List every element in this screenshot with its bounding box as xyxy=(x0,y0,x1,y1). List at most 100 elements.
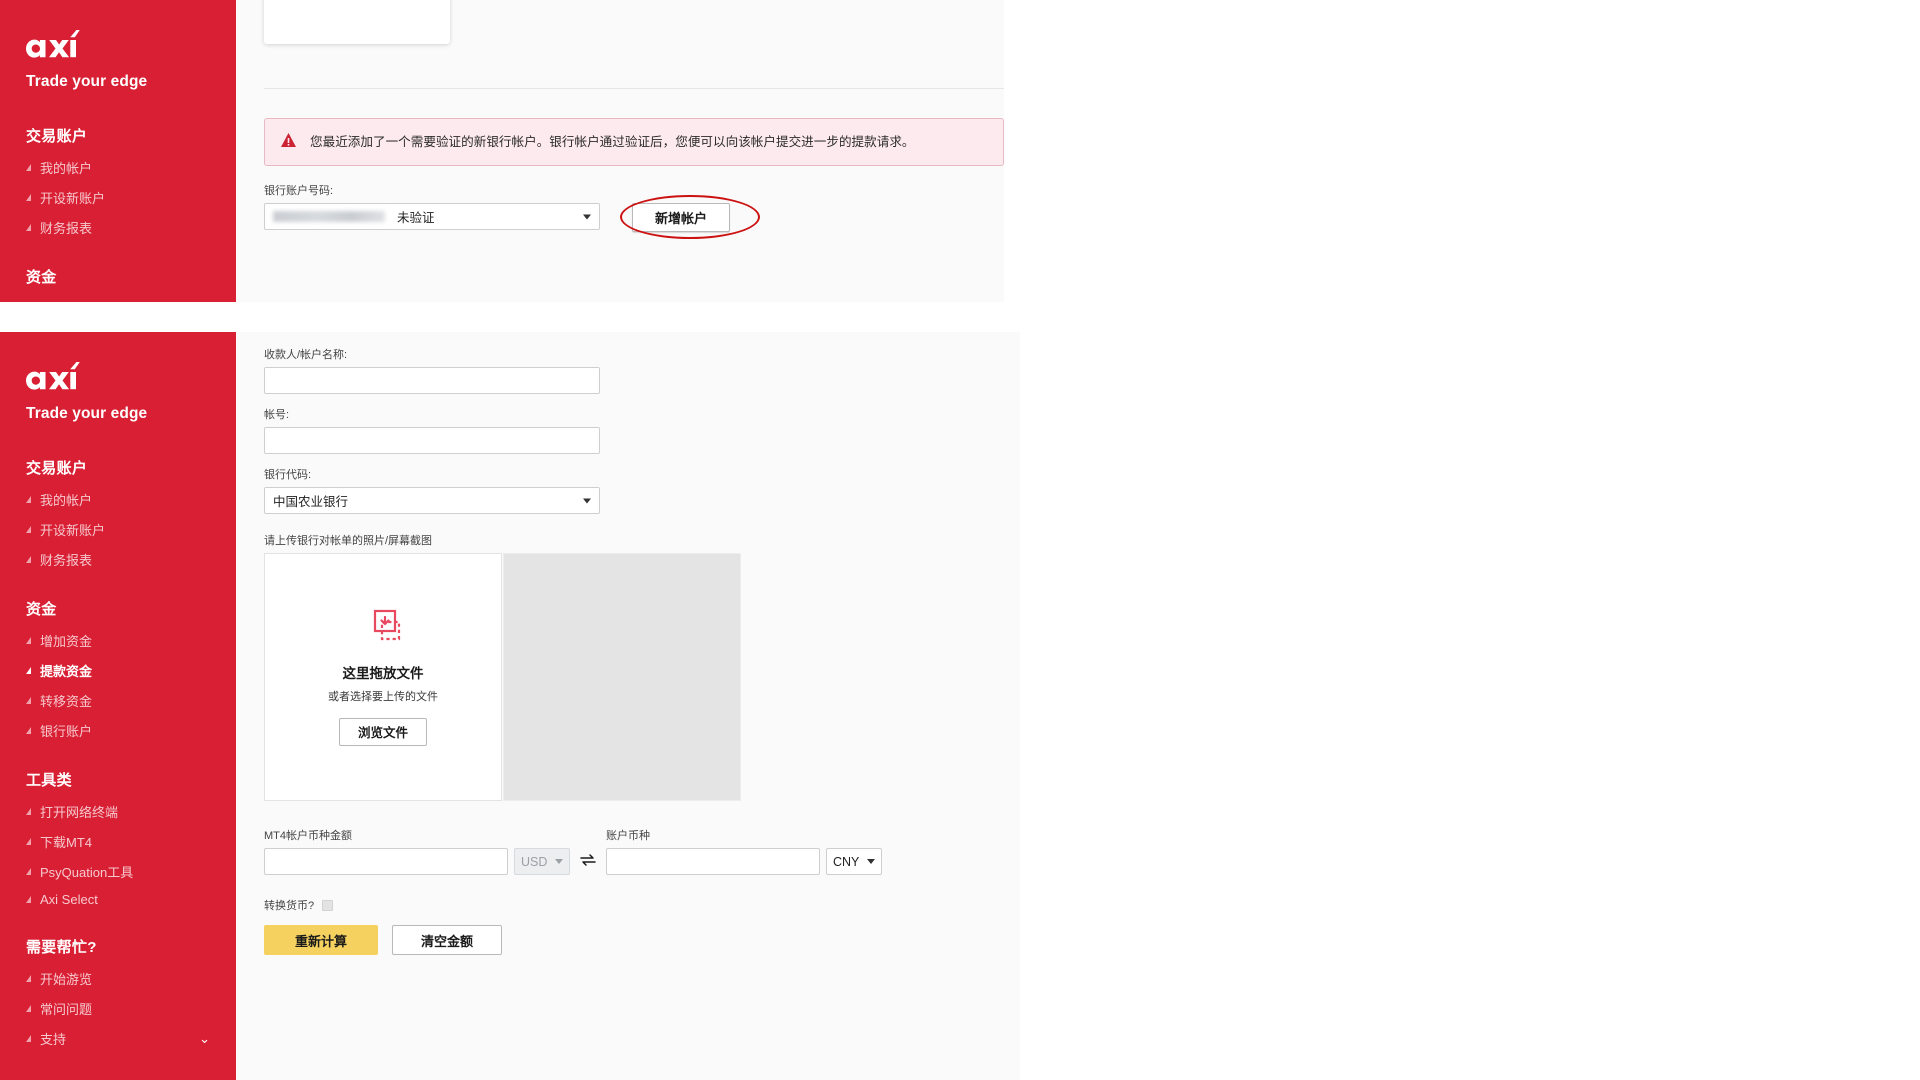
sidebar-item-open-new-account[interactable]: 开设新账户 xyxy=(0,182,236,212)
sidebar-item-open-new-account[interactable]: 开设新账户 xyxy=(0,514,236,544)
verification-alert: 您最近添加了一个需要验证的新银行帐户。银行帐户通过验证后，您便可以向该帐户提交进… xyxy=(264,118,1004,166)
sidebar-item-my-account[interactable]: 我的帐户 xyxy=(0,484,236,514)
section-divider xyxy=(264,88,1004,89)
sidebar-item-start-tour[interactable]: 开始游览 xyxy=(0,963,236,993)
axi-logo[interactable] xyxy=(26,30,210,64)
sidebar-top: Trade your edge 交易账户 我的帐户 开设新账户 财务报表 xyxy=(0,0,236,302)
add-account-button[interactable]: 新增帐户 xyxy=(632,203,730,232)
sidebar-item-label: 转移资金 xyxy=(40,691,92,710)
account-number-input[interactable] xyxy=(264,427,600,454)
caret-icon xyxy=(26,808,31,815)
sidebar-item-withdraw-funds[interactable]: 提款资金 xyxy=(0,655,236,685)
alert-message: 您最近添加了一个需要验证的新银行帐户。银行帐户通过验证后，您便可以向该帐户提交进… xyxy=(310,133,915,152)
sidebar-item-web-terminal[interactable]: 打开网络终端 xyxy=(0,796,236,826)
nav-group-title: 交易账户 xyxy=(0,449,236,484)
sidebar-item-add-funds[interactable]: 增加资金 xyxy=(0,293,236,302)
recalculate-button[interactable]: 重新计算 xyxy=(264,925,378,955)
sidebar-item-label: 开始游览 xyxy=(40,969,92,988)
clear-amount-button[interactable]: 清空金额 xyxy=(392,925,502,955)
sidebar-item-label: 开设新账户 xyxy=(40,520,105,539)
account-currency-select[interactable]: CNY xyxy=(826,848,882,875)
caret-icon xyxy=(26,667,31,674)
nav-group-trading-accounts: 交易账户 我的帐户 开设新账户 财务报表 xyxy=(0,449,236,574)
sidebar-item-label: 我的帐户 xyxy=(40,158,92,177)
sidebar-item-label: 支持 xyxy=(40,1029,66,1048)
sidebar-item-label: 财务报表 xyxy=(40,550,92,569)
sidebar-item-download-mt4[interactable]: 下载MT4 xyxy=(0,826,236,856)
sidebar-item-psyquation[interactable]: PsyQuation工具 xyxy=(0,856,236,886)
sidebar-item-axi-select[interactable]: Axi Select xyxy=(0,886,236,912)
sidebar-item-support[interactable]: 支持 ⌄ xyxy=(0,1023,236,1053)
account-currency-label: 账户币种 xyxy=(606,827,882,843)
summary-card xyxy=(264,0,450,44)
bank-account-row: 银行账户号码: 未验证 新增帐户 xyxy=(264,182,1004,232)
nav-group-title: 工具类 xyxy=(0,761,236,796)
file-dropzone[interactable]: 这里拖放文件 或者选择要上传的文件 浏览文件 xyxy=(264,553,502,801)
upload-area: 这里拖放文件 或者选择要上传的文件 浏览文件 xyxy=(264,553,1020,801)
browse-files-button[interactable]: 浏览文件 xyxy=(339,718,427,746)
sidebar-item-label: 常问问题 xyxy=(40,999,92,1018)
sidebar-item-financial-reports[interactable]: 财务报表 xyxy=(0,544,236,574)
file-drop-icon xyxy=(363,609,403,650)
caret-icon xyxy=(26,697,31,704)
warning-triangle-icon xyxy=(281,133,296,151)
sidebar-bottom: Trade your edge 交易账户 我的帐户 开设新账户 财务报表 xyxy=(0,332,236,1080)
caret-icon xyxy=(26,868,31,875)
sidebar-item-label: PsyQuation工具 xyxy=(40,862,133,881)
app-screenshot: Trade your edge 交易账户 我的帐户 开设新账户 财务报表 xyxy=(0,0,1920,1080)
sidebar-item-label: 我的帐户 xyxy=(40,490,92,509)
caret-icon xyxy=(26,1035,31,1042)
caret-icon xyxy=(26,556,31,563)
caret-icon xyxy=(26,838,31,845)
nav-group-title: 需要帮忙? xyxy=(0,928,236,963)
form-actions: 重新计算 清空金额 xyxy=(264,925,1020,955)
account-currency-value: CNY xyxy=(833,855,859,869)
convert-currency-row: 转换货币? xyxy=(264,897,1020,913)
account-amount-line: CNY xyxy=(606,848,882,875)
bank-code-field-group: 银行代码: 中国农业银行 xyxy=(264,466,1020,514)
payee-input[interactable] xyxy=(264,367,600,394)
sidebar-item-label: Axi Select xyxy=(40,892,98,907)
sidebar-item-transfer-funds[interactable]: 转移资金 xyxy=(0,685,236,715)
brand-tagline: Trade your edge xyxy=(26,405,210,423)
mt4-currency-select: USD xyxy=(514,848,570,875)
mt4-currency-value: USD xyxy=(521,855,547,869)
sidebar-item-faq[interactable]: 常问问题 xyxy=(0,993,236,1023)
sidebar-item-add-funds[interactable]: 增加资金 xyxy=(0,625,236,655)
chevron-down-icon[interactable]: ⌄ xyxy=(199,1032,210,1045)
axi-logo[interactable] xyxy=(26,362,210,396)
account-amount-input[interactable] xyxy=(606,848,820,875)
convert-currency-label: 转换货币? xyxy=(264,897,314,913)
bank-account-line: 未验证 新增帐户 xyxy=(264,203,1004,232)
withdrawal-form: 收款人/帐户名称: 帐号: 银行代码: 中国农业银行 请上传银行对帐单的照片/屏… xyxy=(264,346,1020,955)
nav-group-trading-accounts: 交易账户 我的帐户 开设新账户 财务报表 xyxy=(0,117,236,242)
capture-panel-bottom: Trade your edge 交易账户 我的帐户 开设新账户 财务报表 xyxy=(0,332,1020,1080)
swap-arrows-icon[interactable] xyxy=(580,853,596,869)
brand-block: Trade your edge xyxy=(0,0,236,91)
chevron-down-icon xyxy=(583,498,591,503)
bank-account-select[interactable]: 未验证 xyxy=(264,203,600,230)
nav-group-tools: 工具类 打开网络终端 下载MT4 PsyQuation工具 xyxy=(0,761,236,912)
sidebar-item-my-account[interactable]: 我的帐户 xyxy=(0,152,236,182)
sidebar-item-bank-accounts[interactable]: 银行账户 xyxy=(0,715,236,745)
sidebar-item-label: 提款资金 xyxy=(40,661,92,680)
convert-currency-checkbox[interactable] xyxy=(322,900,333,911)
sidebar-item-financial-reports[interactable]: 财务报表 xyxy=(0,212,236,242)
sidebar-item-label: 增加资金 xyxy=(40,631,92,650)
caret-icon xyxy=(26,1005,31,1012)
bank-account-status: 未验证 xyxy=(397,207,435,226)
caret-icon xyxy=(26,896,31,903)
sidebar-nav-bottom: 交易账户 我的帐户 开设新账户 财务报表 资金 xyxy=(0,449,236,1053)
caret-icon xyxy=(26,194,31,201)
account-number-label: 帐号: xyxy=(264,406,1020,422)
mt4-amount-group: MT4帐户币种金额 USD xyxy=(264,827,570,875)
brand-tagline: Trade your edge xyxy=(26,73,210,91)
main-content-bottom: 收款人/帐户名称: 帐号: 银行代码: 中国农业银行 请上传银行对帐单的照片/屏… xyxy=(236,332,1020,1080)
caret-icon xyxy=(26,975,31,982)
nav-group-help: 需要帮忙? 开始游览 常问问题 支持 ⌄ xyxy=(0,928,236,1053)
chevron-down-icon xyxy=(555,859,563,864)
account-amount-group: 账户币种 CNY xyxy=(606,827,882,875)
bank-code-select[interactable]: 中国农业银行 xyxy=(264,487,600,514)
mt4-amount-label: MT4帐户币种金额 xyxy=(264,827,570,843)
mt4-amount-input[interactable] xyxy=(264,848,508,875)
